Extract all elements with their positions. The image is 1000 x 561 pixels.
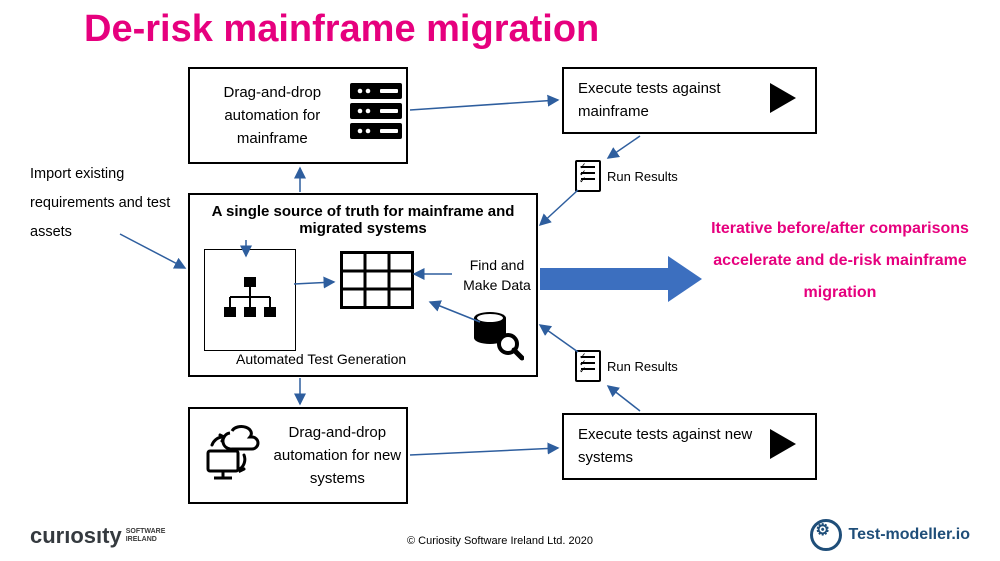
logo-testmodeller-text: Test-modeller.io <box>848 526 970 544</box>
checklist-icon <box>575 350 601 382</box>
logo-testmodeller: Test-modeller.io <box>810 519 970 551</box>
box-exec-mainframe-label: Execute tests against mainframe <box>564 78 758 123</box>
callout-text: Iterative before/after comparisons accel… <box>705 213 975 309</box>
box-dragdrop-newsystems: Drag-and-drop automation for new systems <box>188 407 408 504</box>
import-existing-label: Import existing requirements and test as… <box>30 160 180 247</box>
hierarchy-icon-box <box>204 249 296 351</box>
run-results-label: Run Results <box>607 169 678 184</box>
box-dragdrop-newsystems-label: Drag-and-drop automation for new systems <box>269 421 406 491</box>
checklist-icon <box>575 160 601 192</box>
box-single-source: A single source of truth for mainframe a… <box>188 193 538 377</box>
page-title: De-risk mainframe migration <box>84 8 599 51</box>
play-icon <box>758 81 808 120</box>
server-stack-icon <box>347 81 406 150</box>
gear-icon <box>810 519 842 551</box>
find-make-data-label: Find and Make Data <box>458 255 536 296</box>
run-results-bottom: Run Results <box>575 350 678 382</box>
box-dragdrop-mainframe: Drag-and-drop automation for mainframe <box>188 67 408 164</box>
box-exec-newsystems-label: Execute tests against new systems <box>564 424 758 469</box>
box-dragdrop-mainframe-label: Drag-and-drop automation for mainframe <box>198 81 347 151</box>
run-results-label: Run Results <box>607 359 678 374</box>
run-results-top: Run Results <box>575 160 678 192</box>
automated-test-generation-label: Automated Test Generation <box>236 351 406 367</box>
box-exec-newsystems: Execute tests against new systems <box>562 413 817 480</box>
grid-icon <box>340 251 414 309</box>
box-single-source-headline: A single source of truth for mainframe a… <box>190 195 536 239</box>
hierarchy-icon <box>220 275 280 325</box>
cloud-sync-icon <box>200 423 269 488</box>
play-icon <box>758 427 808 466</box>
box-exec-mainframe: Execute tests against mainframe <box>562 67 817 134</box>
database-search-icon <box>470 310 524 364</box>
